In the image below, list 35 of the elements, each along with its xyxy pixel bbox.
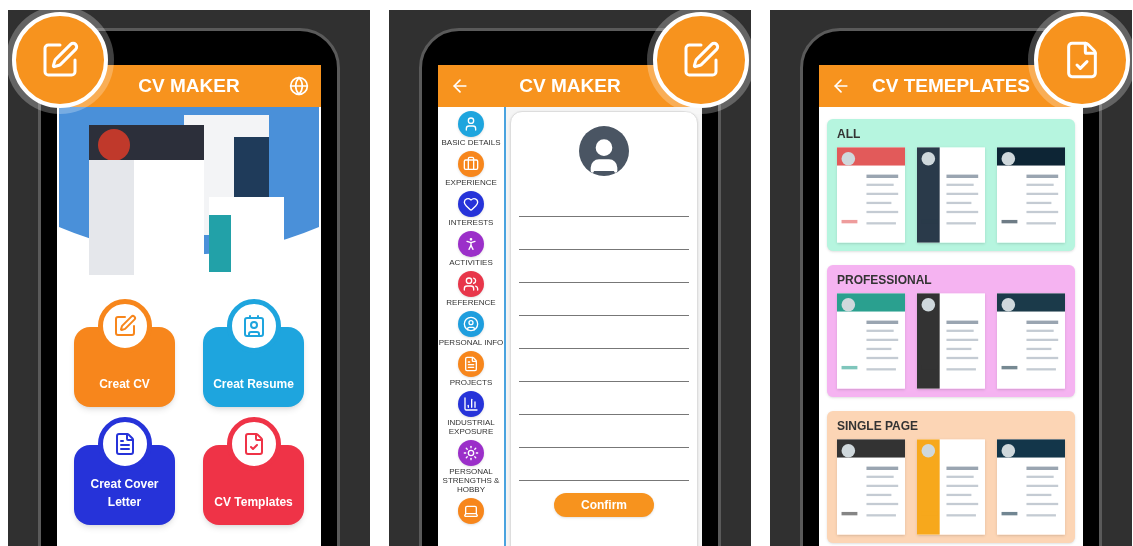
heart-icon [463,196,479,212]
person-icon [463,236,479,252]
section-label: INDUSTRIAL EXPOSURE [446,418,496,436]
app-title: CV TEMEPLATES [872,73,1030,98]
section-button[interactable] [458,191,484,217]
section-label: PROJECTS [448,378,494,387]
section-label: PERSONAL STRENGTHS & HOBBY [441,467,501,494]
briefcase-icon [463,156,479,172]
app-title: CV MAKER [519,73,621,98]
sun-icon [463,445,479,461]
section-button[interactable] [458,440,484,466]
group-title: ALL [837,126,862,143]
section-label: ACTIVITIES [448,258,494,267]
section-label: EXPERIENCE [444,178,498,187]
document-icon [463,356,479,372]
people-icon [463,276,479,292]
user-icon [463,116,479,132]
globe-icon[interactable] [289,76,309,96]
contact-card-icon [241,314,266,338]
section-label: INTERESTS [447,218,495,227]
section-label: REFERENCE [445,298,497,307]
confirm-button[interactable]: Confirm [554,493,654,517]
section-button[interactable] [458,271,484,297]
avatar-icon [579,126,629,176]
section-button[interactable] [458,231,484,257]
app-title: CV MAKER [138,73,240,98]
bar-chart-icon [463,396,479,412]
user-circle-icon [463,316,479,332]
section-label: PERSONAL INFO [438,338,504,347]
section-label: BASIC DETAILS [440,138,502,147]
group-title: SINGLE PAGE [837,418,920,435]
laptop-icon [463,503,479,519]
section-button[interactable] [458,391,484,417]
edit-icon [112,314,137,338]
group-title: PROFESSIONAL [837,272,933,289]
